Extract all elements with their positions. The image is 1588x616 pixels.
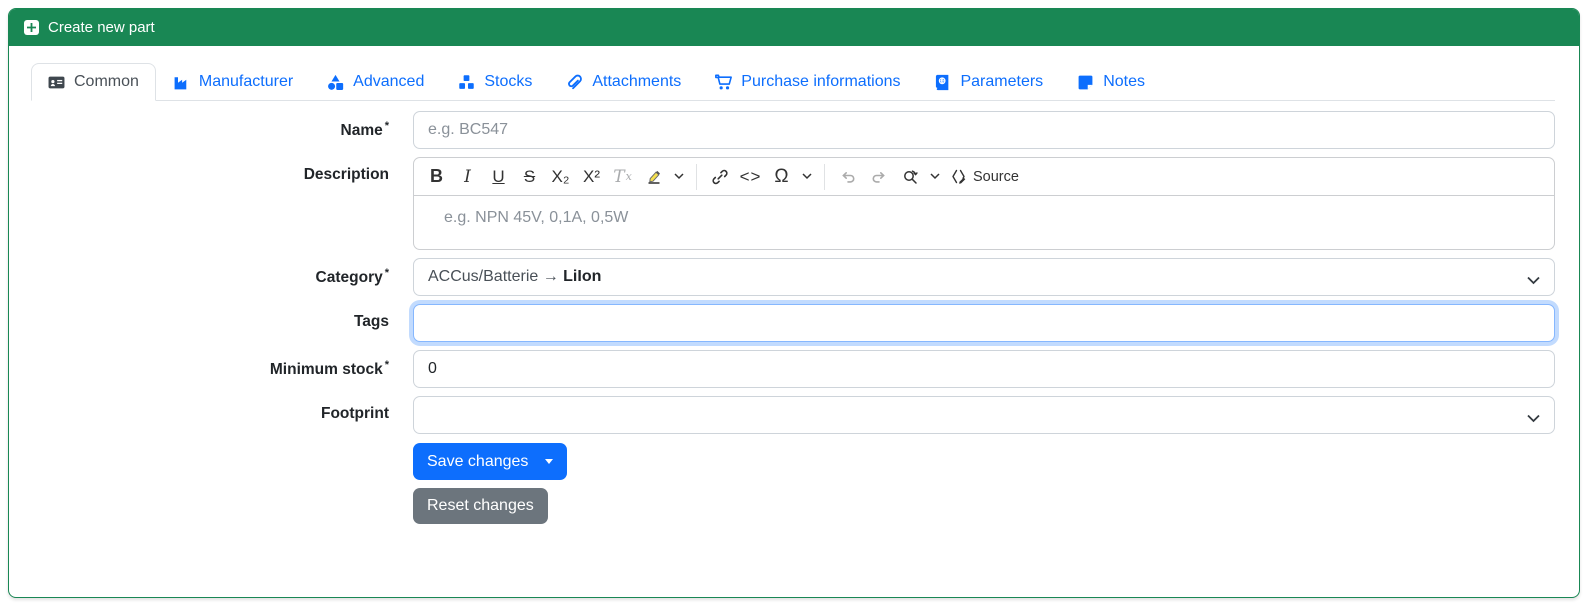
tab-bar: Common Manufacturer Advanced Stocks Atta…: [31, 63, 1555, 101]
category-label: Category *: [315, 267, 389, 286]
actions-spacer: [23, 443, 413, 452]
toolbar-separator: [824, 163, 825, 190]
id-card-icon: [48, 76, 65, 88]
tab-purchase-informations[interactable]: Purchase informations: [698, 63, 917, 101]
find-and-replace-button[interactable]: [895, 162, 924, 191]
minimum-stock-label: Minimum stock *: [269, 359, 389, 378]
tab-notes[interactable]: Notes: [1060, 63, 1162, 101]
reset-button[interactable]: Reset changes: [413, 488, 548, 524]
find-and-replace-dropdown-chevron[interactable]: [926, 162, 944, 191]
category-row: Category * ACCus/Batterie → LiIon: [23, 258, 1555, 296]
tab-attachments[interactable]: Attachments: [549, 63, 698, 101]
redo-button[interactable]: [864, 162, 893, 191]
link-icon: [711, 169, 728, 184]
tab-label: Notes: [1103, 73, 1145, 90]
superscript-button[interactable]: X²: [577, 162, 606, 191]
factory-icon: [174, 76, 187, 89]
caret-down-icon: [545, 459, 554, 464]
chevron-down-icon: [1527, 272, 1540, 290]
toolbar-separator: [696, 163, 697, 190]
paperclip-icon: [568, 74, 583, 89]
shapes-icon: [328, 74, 344, 90]
undo-button[interactable]: [833, 162, 862, 191]
highlight-dropdown-chevron[interactable]: [670, 162, 688, 191]
tab-label: Parameters: [960, 73, 1044, 90]
source-code-icon: [952, 169, 966, 184]
name-row: Name *: [23, 111, 1555, 149]
actions-row: Save changes Reset changes: [23, 443, 1555, 524]
tab-parameters[interactable]: Parameters: [917, 63, 1060, 101]
card-body: Common Manufacturer Advanced Stocks Atta…: [9, 46, 1579, 597]
special-characters-button[interactable]: Ω: [767, 162, 796, 191]
category-value-prefix: ACCus/Batterie →: [428, 268, 564, 285]
tab-label: Attachments: [592, 73, 682, 90]
tags-label: Tags: [353, 313, 389, 330]
tab-advanced[interactable]: Advanced: [310, 63, 441, 101]
plus-square-icon: [24, 20, 39, 35]
footprint-select[interactable]: [413, 396, 1555, 434]
special-characters-dropdown-chevron[interactable]: [798, 162, 816, 191]
tab-label: Manufacturer: [198, 73, 294, 90]
cubes-icon: [459, 74, 475, 89]
required-marker: *: [384, 120, 389, 132]
save-dropdown-toggle[interactable]: [543, 459, 554, 464]
footprint-label: Footprint: [320, 405, 389, 422]
source-editing-button[interactable]: Source: [946, 162, 1022, 191]
book-icon: [936, 74, 949, 90]
tab-label: Advanced: [353, 73, 425, 90]
sticky-note-icon: [1078, 75, 1093, 89]
minimum-stock-row: Minimum stock *: [23, 350, 1555, 388]
footprint-row: Footprint: [23, 396, 1555, 434]
tab-label: Common: [74, 73, 139, 90]
bold-button[interactable]: B: [422, 162, 451, 191]
tags-row: Tags: [23, 304, 1555, 342]
name-input[interactable]: [413, 111, 1555, 149]
subscript-button[interactable]: X₂: [546, 162, 575, 191]
name-label: Name *: [340, 120, 390, 139]
chevron-down-icon: [1527, 410, 1540, 428]
description-row: Description B I U S X₂ X² Tx <> Ω Source…: [23, 157, 1555, 250]
save-button-label: Save changes: [427, 452, 529, 470]
part-form: Name* Description B I U S X₂: [23, 111, 1555, 524]
page: Create new part Common Manufacturer Adva…: [0, 0, 1588, 616]
tags-input[interactable]: [413, 304, 1555, 342]
italic-button[interactable]: I: [453, 162, 482, 191]
remove-format-button[interactable]: Tx: [608, 162, 637, 191]
category-value-leaf: LiIon: [563, 268, 602, 285]
required-marker: *: [384, 359, 389, 371]
description-label: Description: [303, 166, 389, 183]
tab-common[interactable]: Common: [31, 63, 156, 101]
undo-icon: [841, 171, 854, 183]
underline-button[interactable]: U: [484, 162, 513, 191]
source-button-label: Source: [973, 168, 1019, 185]
highlight-button[interactable]: [639, 162, 668, 191]
tab-label: Purchase informations: [741, 73, 901, 90]
highlight-marker-icon: [648, 170, 660, 184]
tab-label: Stocks: [484, 73, 533, 90]
shopping-cart-icon: [715, 73, 733, 89]
code-button[interactable]: <>: [736, 162, 765, 191]
tab-manufacturer[interactable]: Manufacturer: [156, 63, 310, 101]
save-button[interactable]: Save changes: [413, 443, 568, 480]
rich-text-toolbar: B I U S X₂ X² Tx <> Ω Source: [413, 157, 1555, 196]
description-placeholder: e.g. NPN 45V, 0,1A, 0,5W: [444, 209, 629, 226]
strikethrough-button[interactable]: S: [515, 162, 544, 191]
create-part-card: Create new part Common Manufacturer Adva…: [8, 8, 1580, 598]
link-button[interactable]: [705, 162, 734, 191]
description-editor[interactable]: e.g. NPN 45V, 0,1A, 0,5W: [413, 196, 1555, 250]
minimum-stock-input[interactable]: [413, 350, 1555, 388]
required-marker: *: [384, 267, 389, 279]
card-header: Create new part: [9, 9, 1579, 46]
page-title: Create new part: [48, 19, 155, 36]
category-select[interactable]: ACCus/Batterie → LiIon: [413, 258, 1555, 296]
tab-stocks[interactable]: Stocks: [441, 63, 549, 101]
find-and-replace-icon: [903, 169, 918, 184]
redo-icon: [872, 171, 885, 183]
